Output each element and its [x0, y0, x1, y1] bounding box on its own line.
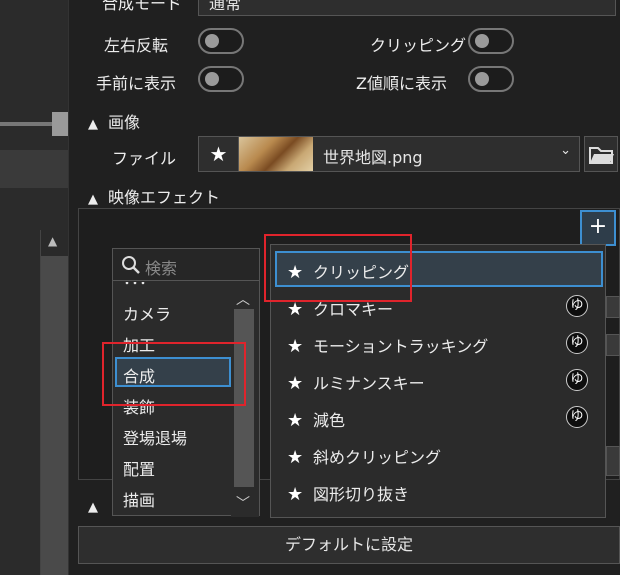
chevron-up-icon: ▲ — [88, 192, 98, 207]
effect-item-color-reduction[interactable]: ★ 減色 — [287, 407, 345, 431]
chevron-up-icon: ▲ — [88, 117, 98, 132]
z-order-toggle[interactable] — [468, 66, 514, 92]
category-list-item-cut: ･･･ — [123, 282, 223, 287]
left-panel: ▲ — [0, 0, 68, 575]
scroll-up-icon[interactable]: ▲ — [48, 234, 57, 248]
effect-item-motion-tracking[interactable]: ★ モーショントラッキング — [287, 333, 488, 357]
effect-item-label: 減色 — [313, 411, 346, 430]
search-icon — [122, 256, 140, 274]
left-slider-track[interactable] — [0, 122, 60, 126]
annotation-highlight-compositing — [102, 342, 246, 406]
add-effect-button[interactable]: + — [580, 210, 616, 246]
search-placeholder: 検索 — [145, 259, 178, 278]
image-section-title: 画像 — [108, 113, 141, 132]
favorite-star-icon[interactable]: ★ — [199, 137, 239, 171]
category-enter-exit[interactable]: 登場退場 — [123, 425, 187, 449]
left-scrollbar-thumb[interactable] — [41, 256, 68, 575]
star-icon: ★ — [287, 484, 304, 505]
show-front-label: 手前に表示 — [96, 74, 177, 93]
flip-horizontal-label: 左右反転 — [104, 36, 169, 55]
file-thumbnail — [239, 137, 313, 171]
flip-horizontal-toggle[interactable] — [198, 28, 244, 54]
side-control[interactable] — [606, 446, 620, 476]
blend-mode-label: 合成モード — [102, 0, 183, 13]
file-select[interactable]: ★ 世界地図.png ⌄ — [198, 136, 580, 172]
file-name: 世界地図.png — [323, 148, 423, 167]
effect-section-title: 映像エフェクト — [108, 188, 221, 207]
star-icon: ★ — [287, 373, 304, 394]
annotation-highlight-clipping — [264, 234, 412, 302]
clipping-toggle[interactable] — [468, 28, 514, 54]
star-icon: ★ — [287, 336, 304, 357]
open-folder-button[interactable] — [584, 136, 618, 172]
blend-mode-value: 通常 — [209, 0, 242, 13]
side-control[interactable] — [606, 296, 620, 318]
yu-badge-icon: ゆ — [566, 332, 588, 354]
image-section-header[interactable]: ▲ 画像 — [88, 109, 140, 133]
category-drawing[interactable]: 描画 — [123, 487, 155, 511]
effect-item-label: モーショントラッキング — [313, 337, 489, 356]
yu-badge-icon: ゆ — [566, 406, 588, 428]
set-default-button[interactable]: デフォルトに設定 — [78, 526, 620, 564]
chevron-down-icon[interactable]: ⌄ — [560, 143, 571, 158]
blend-mode-select[interactable]: 通常 — [198, 0, 616, 16]
clipping-label: クリッピング — [370, 36, 467, 55]
star-icon: ★ — [287, 299, 304, 320]
show-front-toggle[interactable] — [198, 66, 244, 92]
effect-item-label: 図形切り抜き — [313, 485, 410, 504]
left-header-band — [0, 150, 68, 188]
effect-item-label: 斜めクリッピング — [313, 448, 442, 467]
star-icon: ★ — [287, 447, 304, 468]
effect-section-header[interactable]: ▲ 映像エフェクト — [88, 184, 220, 208]
star-icon: ★ — [287, 410, 304, 431]
effect-item-label: ルミナンスキー — [313, 374, 425, 393]
left-scrollbar[interactable]: ▲ — [40, 230, 68, 575]
folder-icon — [589, 147, 614, 164]
effect-item-diagonal-clipping[interactable]: ★ 斜めクリッピング — [287, 444, 441, 468]
chevron-up-icon[interactable]: ︿ — [236, 289, 250, 309]
yu-badge-icon: ゆ — [566, 369, 588, 391]
side-control[interactable] — [606, 334, 620, 356]
z-order-label: Z値順に表示 — [356, 74, 447, 93]
category-placement[interactable]: 配置 — [123, 456, 155, 480]
chevron-up-icon[interactable]: ▲ — [88, 500, 98, 515]
effect-item-label: クロマキー — [313, 300, 394, 319]
left-slider-handle[interactable] — [52, 112, 68, 136]
yu-badge-icon: ゆ — [566, 295, 588, 317]
category-camera[interactable]: カメラ — [123, 301, 171, 325]
chevron-down-icon[interactable]: ﹀ — [236, 493, 250, 513]
category-search[interactable]: 検索 — [113, 249, 259, 281]
effect-item-shape-cutout[interactable]: ★ 図形切り抜き — [287, 481, 409, 505]
effect-item-luminance-key[interactable]: ★ ルミナンスキー — [287, 370, 425, 394]
file-label: ファイル — [112, 149, 177, 168]
